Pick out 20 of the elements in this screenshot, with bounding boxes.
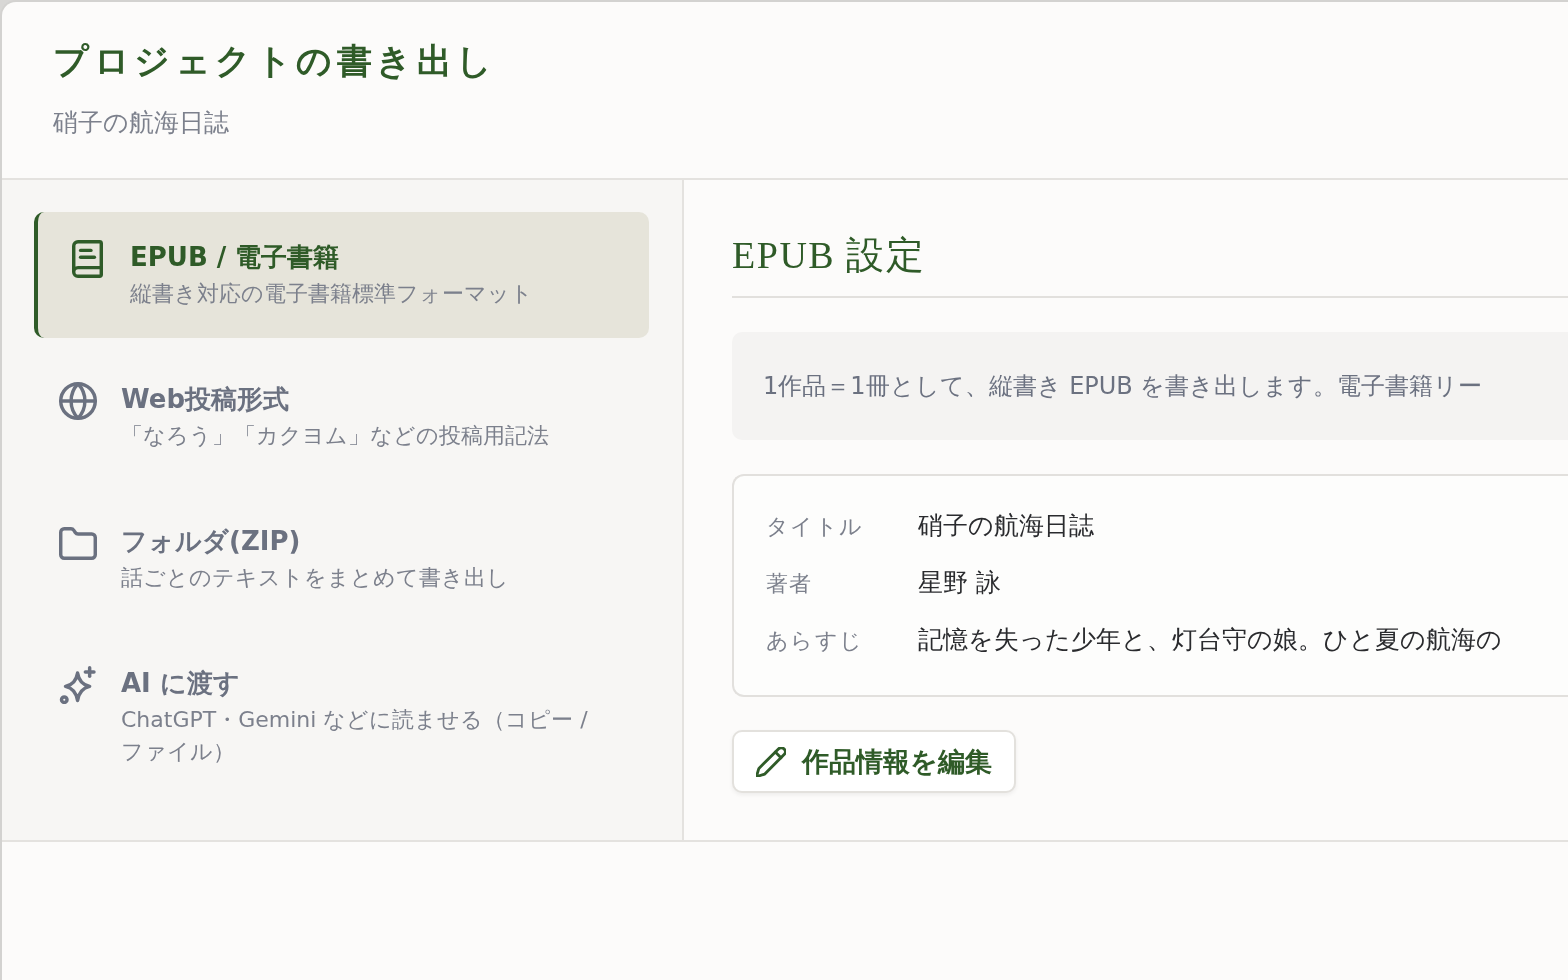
field-value: 硝子の航海日誌 — [918, 510, 1094, 542]
folder-icon — [59, 526, 97, 560]
format-option[interactable]: EPUB / 電子書籍 縦書き対応の電子書籍標準フォーマット — [34, 212, 649, 338]
edit-info-button[interactable]: 作品情報を編集 — [732, 730, 1016, 793]
dialog-title: プロジェクトの書き出し — [53, 41, 498, 83]
section-heading: EPUB 設定 — [732, 233, 926, 278]
format-option[interactable]: AI に渡す ChatGPT・Gemini などに読ませる（コピー / ファイル） — [34, 638, 649, 796]
field-label: タイトル — [766, 513, 865, 541]
globe-icon — [59, 382, 97, 420]
field-value: 記憶を失った少年と、灯台守の娘。ひと夏の航海の — [918, 624, 1502, 656]
sparkle-icon — [59, 666, 97, 704]
field-label: 著者 — [766, 570, 814, 598]
book-icon — [71, 240, 103, 278]
field-label: あらすじ — [766, 627, 865, 655]
field-value: 星野 詠 — [918, 567, 1001, 599]
project-name: 硝子の航海日誌 — [53, 107, 229, 139]
format-option[interactable]: Web投稿形式 「なろう」「カクヨム」などの投稿用記法 — [34, 354, 649, 480]
pencil-icon — [756, 746, 786, 777]
info-note: 1作品＝1冊として、縦書き EPUB を書き出します。電子書籍リー — [732, 332, 1568, 440]
format-option[interactable]: フォルダ(ZIP) 話ごとのテキストをまとめて書き出し — [34, 496, 649, 622]
